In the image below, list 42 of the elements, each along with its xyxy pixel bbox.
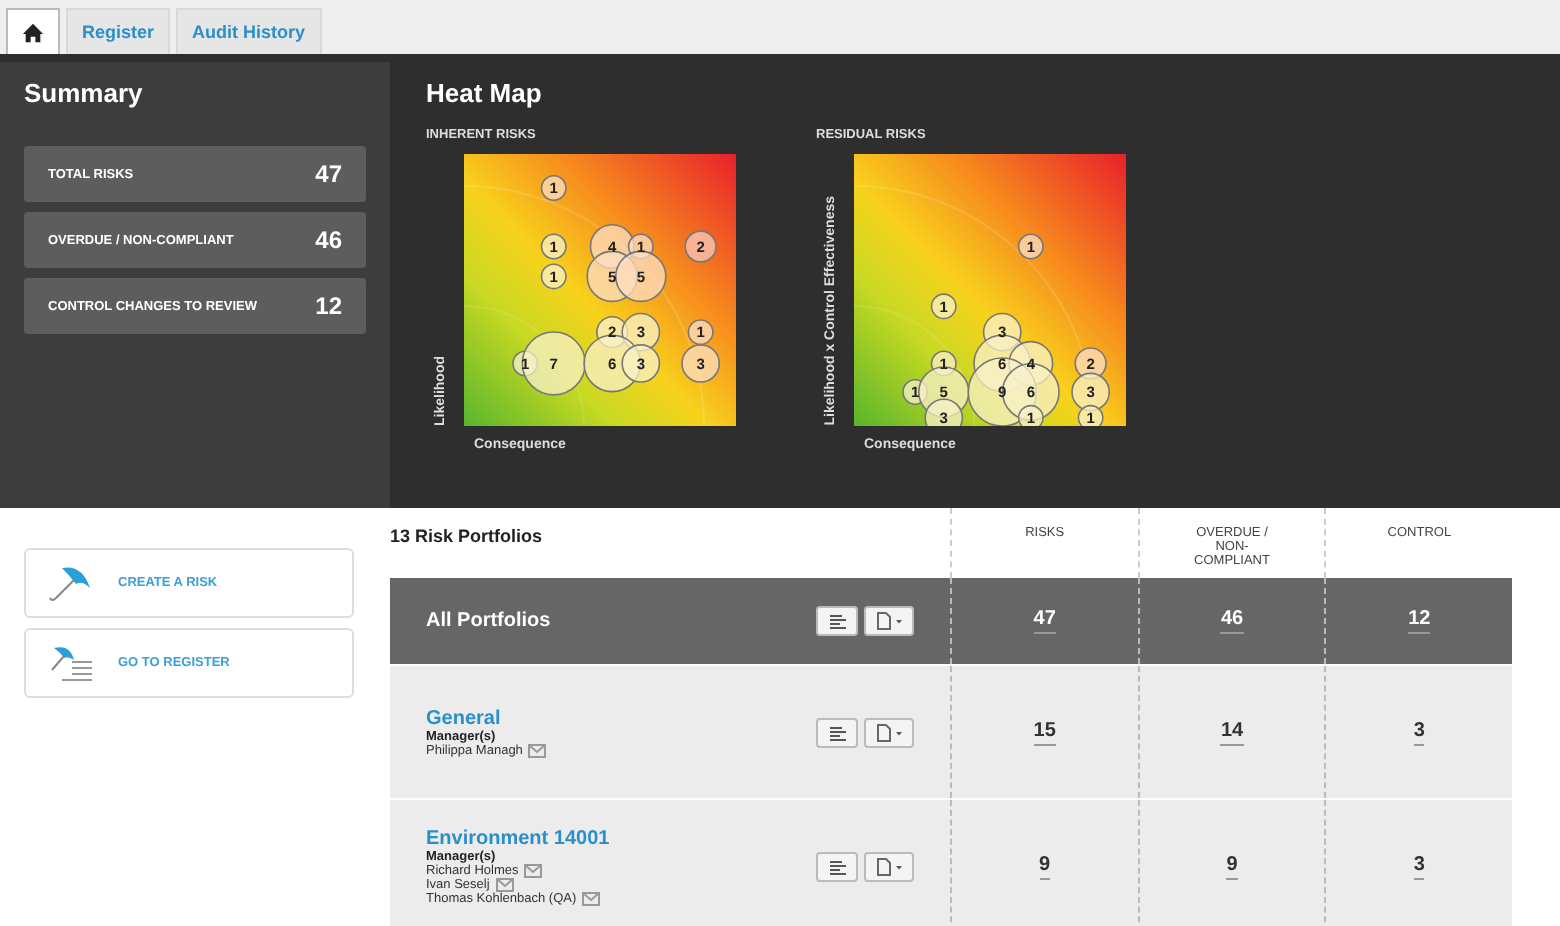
report-button[interactable] xyxy=(816,717,858,747)
count-link[interactable]: 9 xyxy=(1039,853,1051,879)
risk-bubble[interactable] xyxy=(1077,404,1104,426)
home-icon xyxy=(22,21,44,43)
report-button[interactable] xyxy=(816,851,858,881)
lines-icon xyxy=(827,723,847,741)
count-link[interactable]: 9 xyxy=(1226,853,1238,879)
risk-bubble[interactable] xyxy=(540,233,567,260)
count-link[interactable]: 3 xyxy=(1413,853,1425,879)
register-icon xyxy=(46,643,94,683)
risk-bubble[interactable] xyxy=(1017,404,1044,426)
export-dropdown[interactable] xyxy=(864,606,914,636)
portfolio-name: All Portfolios xyxy=(426,610,553,632)
lines-icon xyxy=(827,857,847,875)
count-link[interactable]: 3 xyxy=(1413,719,1425,745)
risk-bubble[interactable] xyxy=(1017,233,1044,260)
count-link[interactable]: 47 xyxy=(1033,608,1056,634)
portfolios-title: 13 Risk Portfolios xyxy=(390,524,545,550)
document-caret-icon xyxy=(875,857,903,875)
export-dropdown[interactable] xyxy=(864,717,914,747)
risk-bubble[interactable] xyxy=(540,263,567,290)
tab[interactable] xyxy=(6,8,60,54)
umbrella-icon xyxy=(46,563,94,603)
count-link[interactable]: 46 xyxy=(1220,608,1244,634)
document-caret-icon xyxy=(875,723,903,741)
summary-count: 12 xyxy=(315,292,342,320)
risk-bubble[interactable] xyxy=(540,175,567,201)
count-link[interactable]: 15 xyxy=(1033,719,1056,745)
heat-map-title: Heat Map xyxy=(426,78,544,108)
export-dropdown[interactable] xyxy=(864,851,914,881)
risk-bubble[interactable] xyxy=(930,293,957,320)
risk-bubble[interactable] xyxy=(924,398,964,426)
risk-bubble[interactable] xyxy=(687,319,714,346)
summary-count: 47 xyxy=(315,160,342,188)
report-button[interactable] xyxy=(816,606,858,636)
document-caret-icon xyxy=(875,612,903,630)
summary-title: Summary xyxy=(24,78,145,108)
count-link[interactable]: 12 xyxy=(1408,608,1431,634)
count-link[interactable]: 14 xyxy=(1220,719,1244,745)
summary-count: 46 xyxy=(315,226,342,254)
risk-bubble[interactable] xyxy=(684,230,717,263)
lines-icon xyxy=(827,612,847,630)
